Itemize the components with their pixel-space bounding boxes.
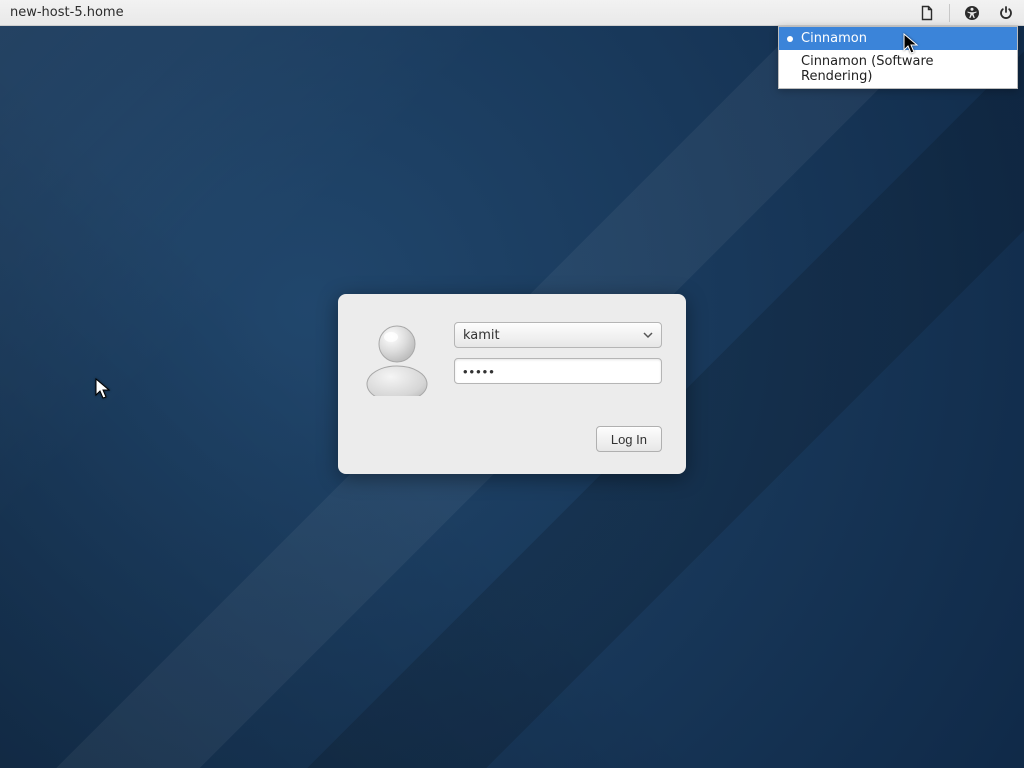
session-item-label: Cinnamon (801, 31, 867, 46)
login-row: kamit (362, 316, 662, 396)
cursor-icon (95, 378, 113, 406)
username-dropdown[interactable]: kamit (454, 322, 662, 348)
user-avatar (362, 316, 432, 396)
document-icon (919, 5, 935, 21)
panel-right (915, 1, 1018, 25)
chevron-down-icon (643, 330, 653, 340)
login-fields: kamit (454, 316, 662, 384)
password-input[interactable] (454, 358, 662, 384)
session-selector-button[interactable] (915, 1, 939, 25)
login-actions: Log In (362, 426, 662, 452)
person-icon (362, 316, 432, 396)
login-panel: kamit Log In (338, 294, 686, 474)
session-item-label: Cinnamon (Software Rendering) (801, 54, 934, 84)
session-item-cinnamon[interactable]: Cinnamon (779, 27, 1017, 50)
username-value: kamit (463, 328, 500, 343)
accessibility-icon (964, 5, 980, 21)
power-icon (998, 5, 1014, 21)
power-button[interactable] (994, 1, 1018, 25)
accessibility-button[interactable] (960, 1, 984, 25)
top-panel: new-host-5.home (0, 0, 1024, 26)
session-item-cinnamon-software[interactable]: Cinnamon (Software Rendering) (779, 50, 1017, 88)
login-button[interactable]: Log In (596, 426, 662, 452)
session-menu: Cinnamon Cinnamon (Software Rendering) (778, 26, 1018, 89)
panel-separator (949, 4, 950, 22)
hostname-label: new-host-5.home (10, 5, 124, 20)
